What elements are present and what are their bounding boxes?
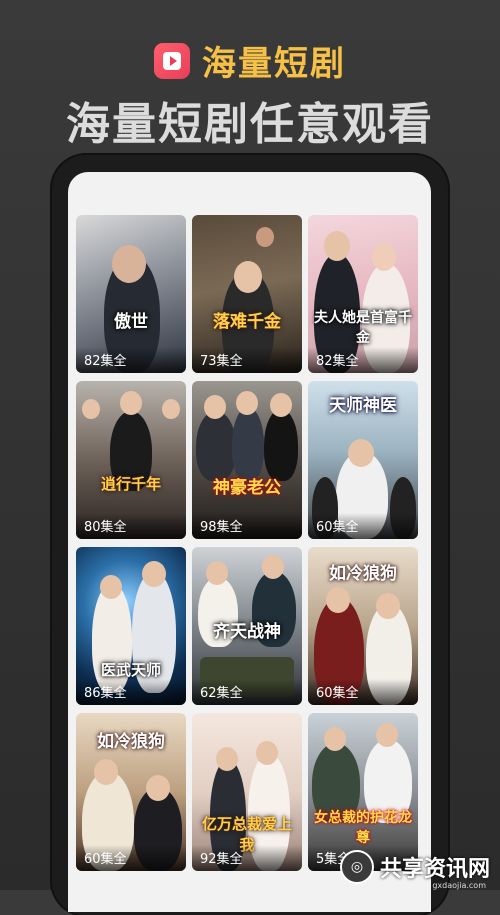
headline: 海量短剧任意观看: [66, 99, 434, 150]
drama-card[interactable]: 亿万总裁爱上我 92集全: [192, 713, 302, 871]
drama-title: 女总裁的护花龙尊: [314, 810, 412, 846]
drama-title: 神豪老公: [213, 478, 281, 498]
drama-title: 如冷狼狗: [329, 564, 397, 584]
phone-screen: 傲世 82集全 落难千金 73集全 夫人她是首富千金 82集全 逍行千年 80集…: [68, 172, 431, 912]
episode-count: 86集全: [84, 686, 127, 701]
episode-count: 73集全: [200, 354, 243, 369]
app-name: 海量短剧: [202, 44, 346, 84]
episode-count: 60集全: [84, 852, 127, 867]
drama-card[interactable]: 落难千金 73集全: [192, 215, 302, 373]
watermark-name: 共享资讯网: [379, 857, 490, 882]
episode-count: 82集全: [84, 354, 127, 369]
episode-count: 82集全: [316, 354, 359, 369]
drama-title: 天师神医: [329, 396, 397, 416]
drama-title: 夫人她是首富千金: [314, 310, 412, 346]
drama-title: 傲世: [114, 312, 148, 332]
episode-count: 80集全: [84, 520, 127, 535]
episode-count: 98集全: [200, 520, 243, 535]
drama-card[interactable]: 逍行千年 80集全: [76, 381, 186, 539]
drama-card[interactable]: 医武天师 86集全: [76, 547, 186, 705]
drama-title: 齐天战神: [213, 622, 281, 642]
drama-title: 医武天师: [100, 661, 161, 679]
drama-card[interactable]: 傲世 82集全: [76, 215, 186, 373]
drama-title: 落难千金: [213, 312, 281, 332]
episode-count: 92集全: [200, 852, 243, 867]
drama-title: 如冷狼狗: [97, 732, 165, 752]
app-logo-icon: [154, 42, 190, 79]
drama-card[interactable]: 夫人她是首富千金 82集全: [308, 215, 418, 373]
drama-card[interactable]: 神豪老公 98集全: [192, 381, 302, 539]
watermark-logo-icon: ◎: [339, 850, 374, 884]
app-brand: 海量短剧: [0, 36, 500, 85]
drama-grid: 傲世 82集全 落难千金 73集全 夫人她是首富千金 82集全 逍行千年 80集…: [76, 215, 426, 871]
drama-card[interactable]: 女总裁的护花龙尊 5集全: [308, 713, 418, 871]
watermark-url: gxdaojia.com: [432, 881, 486, 890]
episode-count: 60集全: [316, 520, 359, 535]
drama-card[interactable]: 如冷狼狗 60集全: [76, 713, 186, 871]
episode-count: 60集全: [316, 686, 359, 701]
watermark: ◎ 共享资讯网: [339, 850, 490, 884]
drama-card[interactable]: 如冷狼狗 60集全: [308, 547, 418, 705]
drama-title: 逍行千年: [100, 475, 161, 493]
drama-card[interactable]: 齐天战神 62集全: [192, 547, 302, 705]
episode-count: 62集全: [200, 686, 243, 701]
drama-card[interactable]: 天师神医 60集全: [308, 381, 418, 539]
